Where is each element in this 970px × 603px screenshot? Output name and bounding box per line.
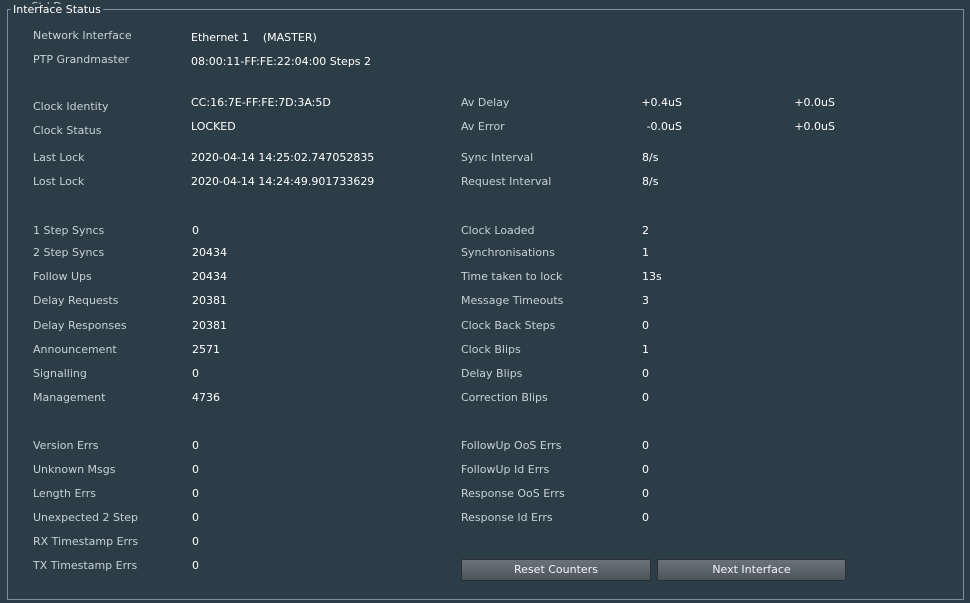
counter-value: 1 bbox=[642, 246, 649, 259]
error-counter-value: 0 bbox=[642, 511, 649, 524]
request-interval-value: 8/s bbox=[642, 175, 659, 188]
counter-label: Delay Responses bbox=[33, 319, 127, 332]
clock-identity-label: Clock Identity bbox=[33, 100, 109, 113]
last-lock-value: 2020-04-14 14:25:02.747052835 bbox=[191, 151, 375, 164]
interface-status-panel: Interface Status Network Interface Ether… bbox=[0, 0, 970, 603]
error-counter-value: 0 bbox=[642, 439, 649, 452]
counter-label: Message Timeouts bbox=[461, 294, 564, 307]
clock-status-label: Clock Status bbox=[33, 124, 102, 137]
counter-value: 2571 bbox=[192, 343, 220, 356]
counter-label: Clock Back Steps bbox=[461, 319, 556, 332]
counter-label: Correction Blips bbox=[461, 391, 548, 404]
counter-label: Synchronisations bbox=[461, 246, 555, 259]
ptp-grandmaster-label: PTP Grandmaster bbox=[33, 53, 130, 66]
av-error-label: Av Error bbox=[461, 120, 505, 133]
error-counter-value: 0 bbox=[192, 463, 199, 476]
lost-lock-label: Lost Lock bbox=[33, 175, 85, 188]
next-interface-button[interactable]: Next Interface bbox=[657, 559, 846, 581]
counter-value: 2 bbox=[642, 224, 649, 237]
counter-label: 1 Step Syncs bbox=[33, 224, 105, 237]
request-interval-label: Request Interval bbox=[461, 175, 552, 188]
error-counter-value: 0 bbox=[192, 487, 199, 500]
counter-value: 0 bbox=[642, 391, 649, 404]
sync-interval-label: Sync Interval bbox=[461, 151, 534, 164]
error-counter-label: Unknown Msgs bbox=[33, 463, 116, 476]
counter-value: 4736 bbox=[192, 391, 220, 404]
error-counter-value: 0 bbox=[642, 463, 649, 476]
last-lock-label: Last Lock bbox=[33, 151, 85, 164]
lost-lock-value: 2020-04-14 14:24:49.901733629 bbox=[191, 175, 375, 188]
sync-interval-value: 8/s bbox=[642, 151, 659, 164]
clock-status-value: LOCKED bbox=[191, 120, 236, 133]
error-counter-label: Length Errs bbox=[33, 487, 96, 500]
counter-value: 20381 bbox=[192, 319, 227, 332]
error-counter-label: Response OoS Errs bbox=[461, 487, 565, 500]
error-counter-value: 0 bbox=[192, 511, 199, 524]
panel-title: Interface Status bbox=[11, 3, 103, 16]
counter-label: 2 Step Syncs bbox=[33, 246, 105, 259]
counter-label: Time taken to lock bbox=[461, 270, 563, 283]
counter-value: 13s bbox=[642, 270, 662, 283]
error-counter-value: 0 bbox=[192, 439, 199, 452]
av-delay-label: Av Delay bbox=[461, 96, 510, 109]
av-delay-value: +0.4uS bbox=[641, 96, 682, 109]
counter-label: Announcement bbox=[33, 343, 117, 356]
error-counter-value: 0 bbox=[192, 559, 199, 572]
network-interface-value: Ethernet 1 (MASTER) bbox=[191, 31, 317, 44]
ptp-grandmaster-value: 08:00:11-FF:FE:22:04:00 Steps 2 bbox=[191, 55, 372, 68]
error-counter-value: 0 bbox=[192, 535, 199, 548]
counter-value: 20381 bbox=[192, 294, 227, 307]
counter-label: Management bbox=[33, 391, 106, 404]
error-counter-label: FollowUp OoS Errs bbox=[461, 439, 562, 452]
error-counter-label: Version Errs bbox=[33, 439, 99, 452]
counter-label: Clock Loaded bbox=[461, 224, 535, 237]
error-counter-label: FollowUp Id Errs bbox=[461, 463, 550, 476]
error-counter-label: RX Timestamp Errs bbox=[33, 535, 139, 548]
av-error-std-dev: +0.0uS bbox=[794, 120, 835, 133]
av-error-value: -0.0uS bbox=[646, 120, 682, 133]
network-interface-label: Network Interface bbox=[33, 29, 132, 42]
clock-identity-value: CC:16:7E-FF:FE:7D:3A:5D bbox=[191, 96, 331, 109]
counter-value: 1 bbox=[642, 343, 649, 356]
reset-counters-button[interactable]: Reset Counters bbox=[461, 559, 651, 581]
av-delay-std-dev: +0.0uS bbox=[794, 96, 835, 109]
error-counter-label: Response Id Errs bbox=[461, 511, 553, 524]
error-counter-label: Unexpected 2 Step bbox=[33, 511, 139, 524]
counter-value: 0 bbox=[192, 224, 199, 237]
counter-value: 0 bbox=[642, 319, 649, 332]
counter-label: Delay Blips bbox=[461, 367, 523, 380]
counter-label: Follow Ups bbox=[33, 270, 92, 283]
error-counter-label: TX Timestamp Errs bbox=[33, 559, 138, 572]
counter-value: 20434 bbox=[192, 270, 227, 283]
error-counter-value: 0 bbox=[642, 487, 649, 500]
counter-value: 20434 bbox=[192, 246, 227, 259]
counter-value: 3 bbox=[642, 294, 649, 307]
counter-label: Clock Blips bbox=[461, 343, 521, 356]
counter-value: 0 bbox=[192, 367, 199, 380]
counter-value: 0 bbox=[642, 367, 649, 380]
counter-label: Signalling bbox=[33, 367, 87, 380]
counter-label: Delay Requests bbox=[33, 294, 119, 307]
